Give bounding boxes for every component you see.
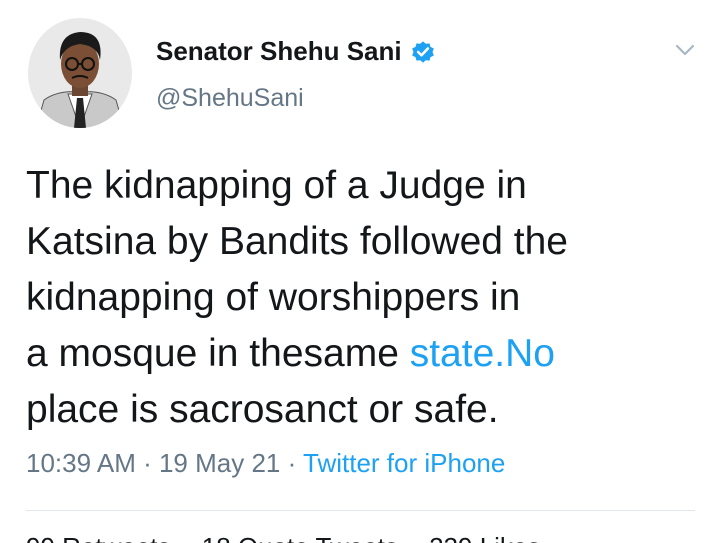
retweets-count[interactable]: 99 Retweets [26,532,171,543]
quote-tweets-count[interactable]: 18 Quote Tweets [202,532,398,543]
chevron-down-icon[interactable] [673,38,697,62]
tweet-date[interactable]: 19 May 21 [159,448,280,478]
tweet-text-line: Katsina by Bandits followed the [26,220,569,263]
divider [26,510,695,511]
user-handle[interactable]: @ShehuSani [156,84,304,113]
display-name[interactable]: Senator Shehu Sani [156,36,436,67]
meta-separator: · [135,448,159,478]
tweet-text-line: kidnapping of worshippers in [26,276,521,319]
tweet-card: Senator Shehu Sani @ShehuSani The kidnap… [0,0,719,543]
tweet-text-segment: a mosque in thesame [26,332,410,375]
tweet-link[interactable]: state.No [410,332,555,375]
tweet-text-line: place is sacrosanct or safe. [26,388,499,431]
display-name-text[interactable]: Senator Shehu Sani [156,36,402,67]
tweet-time[interactable]: 10:39 AM [26,448,136,478]
meta-separator: · [280,448,304,478]
tweet-source[interactable]: Twitter for iPhone [303,448,505,478]
tweet-meta: 10:39 AM · 19 May 21 · Twitter for iPhon… [26,448,505,479]
tweet-text-line: The kidnapping of a Judge in [26,164,527,207]
avatar[interactable] [28,18,132,128]
tweet-text: The kidnapping of a Judge in Katsina by … [26,158,696,438]
tweet-text-line: a mosque in thesame state.No [26,326,696,382]
verified-badge-icon [411,40,434,63]
tweet-stats: 99 Retweets 18 Quote Tweets 229 Likes [26,532,564,543]
likes-count[interactable]: 229 Likes [429,532,540,543]
